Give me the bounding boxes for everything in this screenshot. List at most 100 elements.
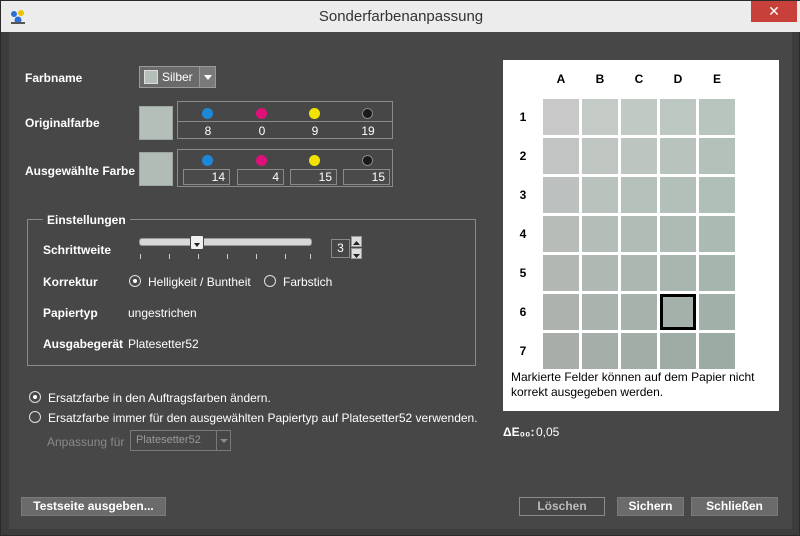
ersatz-option2-label[interactable]: Ersatzfarbe immer für den ausgewählten P…: [48, 411, 478, 425]
anpassung-fuer-dropdown[interactable]: Platesetter52: [130, 430, 231, 451]
grid-cell-a1[interactable]: [543, 99, 579, 135]
slider-ticks: [139, 254, 312, 260]
row-header-1: 1: [519, 110, 527, 124]
grid-cell-e3[interactable]: [699, 177, 735, 213]
grid-cell-b7[interactable]: [582, 333, 618, 369]
grid-cell-e2[interactable]: [699, 138, 735, 174]
stepper-down-icon[interactable]: [351, 248, 362, 259]
schrittweite-slider-track[interactable]: [139, 238, 312, 246]
grid-cell-a5[interactable]: [543, 255, 579, 291]
grid-cell-c5[interactable]: [621, 255, 657, 291]
grid-cell-a7[interactable]: [543, 333, 579, 369]
ersatz-option2-radio[interactable]: [29, 411, 41, 423]
sichern-button[interactable]: Sichern: [617, 497, 684, 516]
grid-cell-e5[interactable]: [699, 255, 735, 291]
ersatz-option1-radio[interactable]: [29, 391, 41, 403]
grid-cell-c4[interactable]: [621, 216, 657, 252]
delta-e-value: 0,05: [536, 425, 560, 439]
title-bar[interactable]: Sonderfarbenanpassung ✕: [1, 1, 800, 32]
papiertyp-label: Papiertyp: [43, 306, 98, 320]
black-dot-icon: [362, 155, 373, 166]
farbname-dropdown[interactable]: Silber: [139, 66, 216, 88]
schrittweite-value[interactable]: 3: [331, 239, 350, 258]
grid-cell-d3[interactable]: [660, 177, 696, 213]
window-title: Sonderfarbenanpassung: [318, 8, 484, 25]
chevron-down-icon[interactable]: [216, 431, 230, 450]
ausgabegeraet-label: Ausgabegerät: [43, 337, 124, 351]
row-header-5: 5: [519, 266, 527, 280]
yellow-dot-icon: [309, 155, 320, 166]
grid-cell-d2[interactable]: [660, 138, 696, 174]
row-header-4: 4: [519, 227, 527, 241]
grid-cell-b3[interactable]: [582, 177, 618, 213]
color-grid-panel: A B C D E 1 2 3 4 5 6 7 Markierte Felder können auf…: [503, 60, 779, 411]
grid-cell-e4[interactable]: [699, 216, 735, 252]
selected-yellow-field[interactable]: 15: [290, 169, 337, 185]
chevron-down-icon[interactable]: [199, 67, 215, 87]
grid-cell-c2[interactable]: [621, 138, 657, 174]
row-header-2: 2: [519, 149, 527, 163]
grid-cell-c1[interactable]: [621, 99, 657, 135]
grid-cell-e7[interactable]: [699, 333, 735, 369]
selected-black-field[interactable]: 15: [343, 169, 390, 185]
grid-cell-d1[interactable]: [660, 99, 696, 135]
black-dot-icon: [362, 108, 373, 119]
original-black-value: 19: [361, 124, 375, 138]
grid-cell-b4[interactable]: [582, 216, 618, 252]
schrittweite-slider-thumb[interactable]: [190, 235, 204, 250]
magenta-dot-icon: [256, 155, 267, 166]
grid-cell-e1[interactable]: [699, 99, 735, 135]
grid-cell-d7[interactable]: [660, 333, 696, 369]
divider: [178, 121, 392, 122]
dialog-window: Sonderfarbenanpassung ✕ Farbname Silber …: [0, 0, 800, 536]
grid-cell-c6[interactable]: [621, 294, 657, 330]
row-header-3: 3: [519, 188, 527, 202]
stepper-up-icon[interactable]: [351, 236, 362, 247]
loeschen-button[interactable]: Löschen: [519, 497, 605, 516]
ersatz-option1-label[interactable]: Ersatzfarbe in den Auftragsfarben ändern…: [48, 391, 271, 405]
korrektur-farbstich-radio[interactable]: [264, 275, 276, 287]
column-header-a: A: [556, 72, 566, 86]
papiertyp-value: ungestrichen: [128, 306, 197, 320]
grid-cell-c3[interactable]: [621, 177, 657, 213]
einstellungen-title: Einstellungen: [43, 213, 130, 227]
schliessen-button[interactable]: Schließen: [691, 497, 778, 516]
column-header-c: C: [634, 72, 644, 86]
originalfarbe-cmyk-box: 8 0 9 19: [177, 101, 393, 139]
ausgewaehlte-farbe-swatch: [139, 152, 173, 186]
original-yellow-value: 9: [311, 124, 319, 138]
grid-cell-b5[interactable]: [582, 255, 618, 291]
row-header-6: 6: [519, 305, 527, 319]
ausgewaehlte-farbe-cmyk-box: 14 4 15 15: [177, 149, 393, 187]
delta-e-label: ΔE₀₀:: [503, 425, 535, 439]
testseite-button[interactable]: Testseite ausgeben...: [21, 497, 166, 516]
korrektur-helligkeit-radio[interactable]: [129, 275, 141, 287]
korrektur-farbstich-label[interactable]: Farbstich: [283, 275, 332, 289]
grid-cell-d5[interactable]: [660, 255, 696, 291]
grid-cell-e6[interactable]: [699, 294, 735, 330]
original-cyan-value: 8: [204, 124, 212, 138]
grid-cell-a3[interactable]: [543, 177, 579, 213]
grid-cell-a4[interactable]: [543, 216, 579, 252]
selected-cyan-field[interactable]: 14: [183, 169, 230, 185]
grid-cell-d6[interactable]: [660, 294, 696, 330]
korrektur-label: Korrektur: [43, 275, 98, 289]
originalfarbe-label: Originalfarbe: [25, 116, 100, 130]
grid-cell-b2[interactable]: [582, 138, 618, 174]
dialog-content: Farbname Silber Originalfarbe 8 0 9 19 A…: [9, 32, 792, 529]
cyan-dot-icon: [202, 108, 213, 119]
grid-cell-c7[interactable]: [621, 333, 657, 369]
grid-cell-b1[interactable]: [582, 99, 618, 135]
grid-cell-d4[interactable]: [660, 216, 696, 252]
grid-cell-b6[interactable]: [582, 294, 618, 330]
yellow-dot-icon: [309, 108, 320, 119]
anpassung-fuer-label: Anpassung für: [47, 435, 125, 449]
magenta-dot-icon: [256, 108, 267, 119]
grid-cell-a6[interactable]: [543, 294, 579, 330]
close-button[interactable]: ✕: [751, 1, 797, 22]
row-header-7: 7: [519, 344, 527, 358]
grid-cell-a2[interactable]: [543, 138, 579, 174]
korrektur-helligkeit-label[interactable]: Helligkeit / Buntheit: [148, 275, 251, 289]
selected-magenta-field[interactable]: 4: [237, 169, 284, 185]
farbname-value: Silber: [162, 70, 193, 84]
